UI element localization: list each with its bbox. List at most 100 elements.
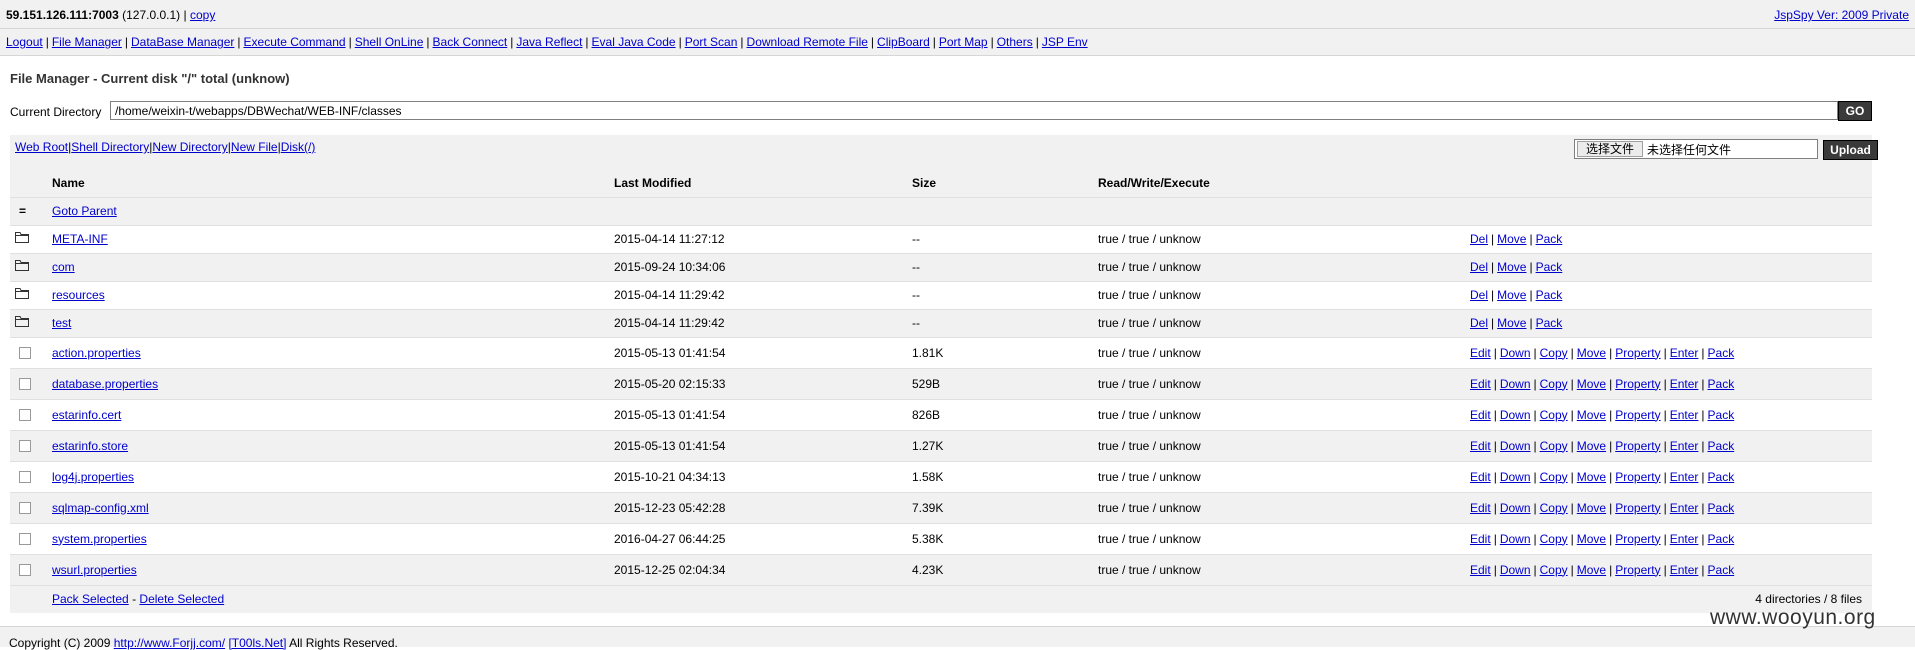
action-pack-link[interactable]: Pack	[1708, 346, 1735, 360]
action-property-link[interactable]: Property	[1615, 501, 1660, 515]
file-name-link[interactable]: estarinfo.cert	[52, 408, 121, 422]
action-del-link[interactable]: Del	[1470, 260, 1488, 274]
action-enter-link[interactable]: Enter	[1670, 470, 1699, 484]
nav-execute-command[interactable]: Execute Command	[244, 35, 346, 49]
action-edit-link[interactable]: Edit	[1470, 346, 1491, 360]
action-pack-link[interactable]: Pack	[1708, 532, 1735, 546]
action-edit-link[interactable]: Edit	[1470, 377, 1491, 391]
checkbox-icon[interactable]	[19, 347, 31, 360]
action-down-link[interactable]: Down	[1500, 408, 1531, 422]
checkbox-icon[interactable]	[19, 409, 31, 422]
upload-button[interactable]: Upload	[1823, 140, 1878, 160]
nav-eval-java-code[interactable]: Eval Java Code	[592, 35, 676, 49]
action-copy-link[interactable]: Copy	[1540, 532, 1568, 546]
action-del-link[interactable]: Del	[1470, 288, 1488, 302]
action-property-link[interactable]: Property	[1615, 346, 1660, 360]
action-copy-link[interactable]: Copy	[1540, 563, 1568, 577]
action-move-link[interactable]: Move	[1577, 408, 1606, 422]
action-copy-link[interactable]: Copy	[1540, 346, 1568, 360]
file-name-link[interactable]: estarinfo.store	[52, 439, 128, 453]
action-move-link[interactable]: Move	[1577, 501, 1606, 515]
action-enter-link[interactable]: Enter	[1670, 501, 1699, 515]
action-down-link[interactable]: Down	[1500, 563, 1531, 577]
action-move-link[interactable]: Move	[1497, 288, 1526, 302]
delete-selected-link[interactable]: Delete Selected	[139, 592, 224, 606]
action-down-link[interactable]: Down	[1500, 346, 1531, 360]
action-property-link[interactable]: Property	[1615, 439, 1660, 453]
nav-shell-online[interactable]: Shell OnLine	[355, 35, 424, 49]
forjj-link[interactable]: http://www.Forjj.com/	[114, 636, 225, 650]
pack-selected-link[interactable]: Pack Selected	[52, 592, 129, 606]
nav-database-manager[interactable]: DataBase Manager	[131, 35, 234, 49]
nav-clipboard[interactable]: ClipBoard	[877, 35, 930, 49]
action-del-link[interactable]: Del	[1470, 316, 1488, 330]
action-property-link[interactable]: Property	[1615, 563, 1660, 577]
file-picker[interactable]: 选择文件 未选择任何文件	[1574, 139, 1818, 159]
action-edit-link[interactable]: Edit	[1470, 439, 1491, 453]
action-copy-link[interactable]: Copy	[1540, 408, 1568, 422]
action-pack-link[interactable]: Pack	[1708, 501, 1735, 515]
action-pack-link[interactable]: Pack	[1708, 439, 1735, 453]
action-down-link[interactable]: Down	[1500, 470, 1531, 484]
checkbox-icon[interactable]	[19, 471, 31, 484]
action-pack-link[interactable]: Pack	[1708, 408, 1735, 422]
file-name-link[interactable]: action.properties	[52, 346, 141, 360]
checkbox-icon[interactable]	[19, 502, 31, 515]
directory-name-link[interactable]: resources	[52, 288, 105, 302]
t00ls-link[interactable]: [T00ls.Net]	[228, 636, 286, 650]
nav-download-remote-file[interactable]: Download Remote File	[747, 35, 868, 49]
action-edit-link[interactable]: Edit	[1470, 408, 1491, 422]
action-down-link[interactable]: Down	[1500, 377, 1531, 391]
directory-name-link[interactable]: test	[52, 316, 71, 330]
action-down-link[interactable]: Down	[1500, 439, 1531, 453]
checkbox-icon[interactable]	[19, 533, 31, 546]
action-edit-link[interactable]: Edit	[1470, 563, 1491, 577]
nav-port-scan[interactable]: Port Scan	[685, 35, 738, 49]
action-copy-link[interactable]: Copy	[1540, 470, 1568, 484]
action-enter-link[interactable]: Enter	[1670, 346, 1699, 360]
action-down-link[interactable]: Down	[1500, 532, 1531, 546]
action-pack-link[interactable]: Pack	[1536, 232, 1563, 246]
action-enter-link[interactable]: Enter	[1670, 377, 1699, 391]
action-copy-link[interactable]: Copy	[1540, 377, 1568, 391]
checkbox-icon[interactable]	[19, 440, 31, 453]
action-move-link[interactable]: Move	[1497, 232, 1526, 246]
action-move-link[interactable]: Move	[1497, 316, 1526, 330]
copy-link[interactable]: copy	[190, 8, 215, 22]
action-move-link[interactable]: Move	[1577, 563, 1606, 577]
toolbar-shell-directory[interactable]: Shell Directory	[71, 140, 149, 154]
action-move-link[interactable]: Move	[1577, 346, 1606, 360]
action-edit-link[interactable]: Edit	[1470, 470, 1491, 484]
version-link[interactable]: JspSpy Ver: 2009 Private	[1774, 8, 1909, 22]
nav-java-reflect[interactable]: Java Reflect	[516, 35, 582, 49]
action-move-link[interactable]: Move	[1577, 470, 1606, 484]
checkbox-icon[interactable]	[19, 564, 31, 577]
action-move-link[interactable]: Move	[1577, 377, 1606, 391]
go-button[interactable]: GO	[1838, 101, 1872, 121]
toolbar-web-root[interactable]: Web Root	[15, 140, 68, 154]
action-down-link[interactable]: Down	[1500, 501, 1531, 515]
directory-name-link[interactable]: META-INF	[52, 232, 108, 246]
nav-file-manager[interactable]: File Manager	[52, 35, 122, 49]
action-copy-link[interactable]: Copy	[1540, 439, 1568, 453]
action-pack-link[interactable]: Pack	[1536, 260, 1563, 274]
current-directory-input[interactable]	[110, 101, 1838, 120]
nav-back-connect[interactable]: Back Connect	[433, 35, 508, 49]
action-property-link[interactable]: Property	[1615, 377, 1660, 391]
action-copy-link[interactable]: Copy	[1540, 501, 1568, 515]
file-name-link[interactable]: sqlmap-config.xml	[52, 501, 149, 515]
nav-jsp-env[interactable]: JSP Env	[1042, 35, 1088, 49]
action-move-link[interactable]: Move	[1577, 532, 1606, 546]
action-enter-link[interactable]: Enter	[1670, 532, 1699, 546]
action-pack-link[interactable]: Pack	[1708, 377, 1735, 391]
action-del-link[interactable]: Del	[1470, 232, 1488, 246]
nav-port-map[interactable]: Port Map	[939, 35, 988, 49]
file-name-link[interactable]: wsurl.properties	[52, 563, 137, 577]
nav-logout[interactable]: Logout	[6, 35, 43, 49]
action-pack-link[interactable]: Pack	[1536, 288, 1563, 302]
action-pack-link[interactable]: Pack	[1708, 470, 1735, 484]
toolbar-disk[interactable]: Disk(/)	[281, 140, 316, 154]
action-edit-link[interactable]: Edit	[1470, 532, 1491, 546]
goto-parent-link[interactable]: Goto Parent	[52, 204, 117, 218]
nav-others[interactable]: Others	[997, 35, 1033, 49]
